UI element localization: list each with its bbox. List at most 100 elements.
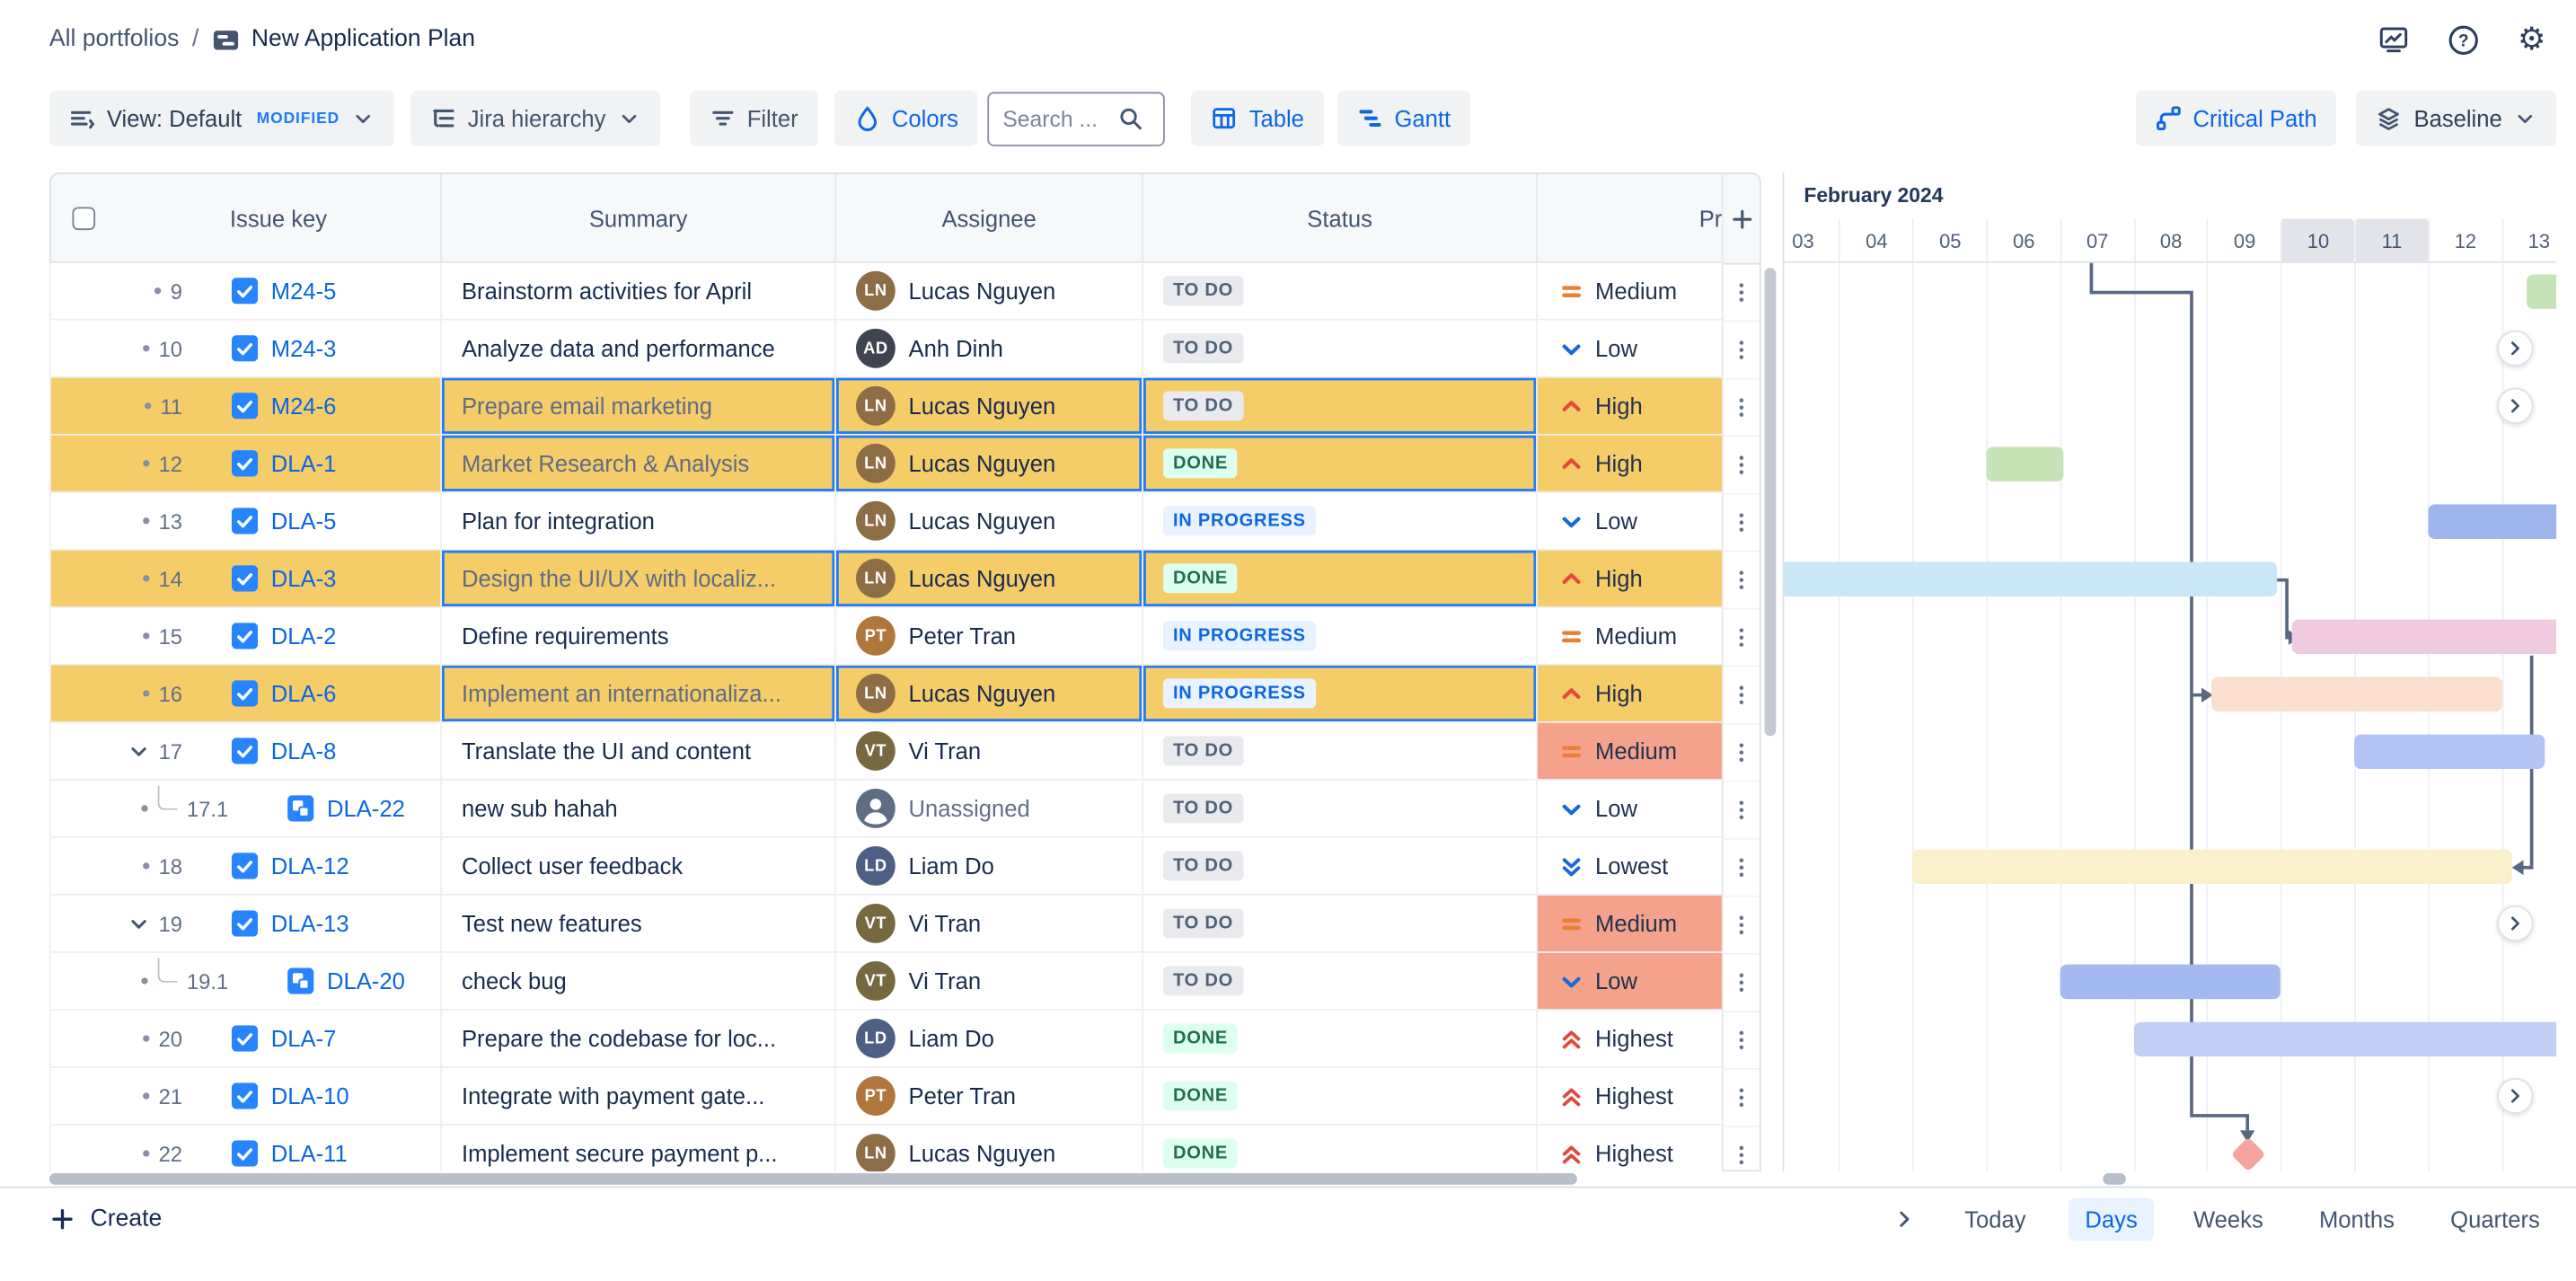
status-cell[interactable]: DONE (1143, 1126, 1538, 1171)
status-cell[interactable]: TO DO (1143, 781, 1538, 836)
zoom-option-months[interactable]: Months (2303, 1197, 2412, 1240)
status-cell[interactable]: DONE (1143, 551, 1538, 606)
table-row[interactable]: 17DLA-8Translate the UI and contentVTVi … (51, 723, 1722, 781)
gantt-bar[interactable] (2354, 735, 2545, 769)
priority-cell[interactable]: Highest (1538, 1068, 1722, 1124)
baseline-button[interactable]: Baseline (2356, 91, 2556, 146)
priority-cell[interactable]: Medium (1538, 896, 1722, 951)
row-menu-button[interactable] (1724, 667, 1760, 725)
priority-cell[interactable]: Low (1538, 953, 1722, 1009)
filter-button[interactable]: Filter (690, 91, 818, 146)
priority-cell[interactable]: Medium (1538, 723, 1722, 779)
gantt-bar[interactable] (1912, 850, 2512, 884)
issue-key-link[interactable]: DLA-1 (271, 450, 337, 476)
issue-key-link[interactable]: DLA-12 (271, 853, 349, 879)
status-cell[interactable]: TO DO (1143, 321, 1538, 376)
gantt-bar[interactable] (2060, 965, 2280, 999)
today-button[interactable]: Today (1962, 1197, 2030, 1240)
gantt-bar[interactable] (1784, 562, 2277, 596)
help-icon[interactable]: ? (2438, 14, 2487, 64)
view-selector-button[interactable]: View: Default MODIFIED (49, 91, 394, 146)
table-row[interactable]: 14DLA-3Design the UI/UX with localiz...L… (51, 551, 1722, 608)
vertical-scrollbar[interactable] (1764, 268, 1776, 736)
row-menu-button[interactable] (1724, 380, 1760, 437)
table-row[interactable]: 12DLA-1Market Research & AnalysisLNLucas… (51, 436, 1722, 493)
row-menu-button[interactable] (1724, 725, 1760, 782)
critical-path-button[interactable]: Critical Path (2136, 91, 2337, 146)
gantt-milestone[interactable] (2231, 1137, 2266, 1172)
summary-cell[interactable]: new sub hahah (442, 781, 836, 836)
table-row[interactable]: 19.1DLA-20check bugVTVi TranTO DOLow (51, 953, 1722, 1011)
status-cell[interactable]: DONE (1143, 1068, 1538, 1124)
horizontal-scrollbar[interactable] (49, 1173, 1577, 1185)
scroll-to-bar-button[interactable] (2497, 906, 2533, 941)
gantt-bar[interactable] (2210, 677, 2501, 711)
gantt-view-button[interactable]: Gantt (1337, 91, 1470, 146)
assignee-cell[interactable]: LNLucas Nguyen (836, 551, 1143, 606)
column-header-assignee[interactable]: Assignee (836, 174, 1143, 261)
table-row[interactable]: 16DLA-6Implement an internationaliza...L… (51, 666, 1722, 723)
row-menu-button[interactable] (1724, 782, 1760, 840)
row-menu-button[interactable] (1724, 1127, 1760, 1171)
table-row[interactable]: 17.1DLA-22new sub hahahUnassignedTO DOLo… (51, 781, 1722, 838)
hierarchy-selector-button[interactable]: Jira hierarchy (410, 91, 660, 146)
column-header-summary[interactable]: Summary (442, 174, 836, 261)
row-menu-button[interactable] (1724, 495, 1760, 552)
row-menu-button[interactable] (1724, 1012, 1760, 1070)
issue-key-link[interactable]: M24-3 (271, 335, 337, 361)
row-menu-button[interactable] (1724, 1070, 1760, 1127)
assignee-cell[interactable]: ADAnh Dinh (836, 321, 1143, 376)
column-header-issue-key[interactable]: Issue key (117, 174, 442, 261)
priority-cell[interactable]: Low (1538, 493, 1722, 549)
gantt-bar[interactable] (2133, 1022, 2556, 1056)
table-row[interactable]: 9M24-5Brainstorm activities for AprilLNL… (51, 263, 1722, 321)
issue-key-link[interactable]: DLA-2 (271, 623, 337, 649)
assignee-cell[interactable]: VTVi Tran (836, 723, 1143, 779)
priority-cell[interactable]: High (1538, 378, 1722, 434)
issue-key-link[interactable]: DLA-11 (271, 1140, 348, 1166)
issue-key-link[interactable]: DLA-13 (271, 910, 349, 936)
table-row[interactable]: 21DLA-10Integrate with payment gate...PT… (51, 1068, 1722, 1126)
summary-cell[interactable]: Define requirements (442, 608, 836, 664)
scroll-to-bar-button[interactable] (2497, 331, 2533, 367)
status-cell[interactable]: DONE (1143, 1011, 1538, 1066)
row-menu-button[interactable] (1724, 437, 1760, 495)
summary-cell[interactable]: Prepare email marketing (442, 378, 836, 434)
table-row[interactable]: 10M24-3Analyze data and performanceADAnh… (51, 321, 1722, 378)
summary-cell[interactable]: Test new features (442, 896, 836, 951)
gantt-bar[interactable] (2428, 505, 2556, 539)
priority-cell[interactable]: Low (1538, 781, 1722, 836)
status-cell[interactable]: DONE (1143, 436, 1538, 491)
summary-cell[interactable]: Brainstorm activities for April (442, 263, 836, 319)
summary-cell[interactable]: Design the UI/UX with localiz... (442, 551, 836, 606)
issue-key-link[interactable]: DLA-10 (271, 1082, 349, 1109)
assignee-cell[interactable]: VTVi Tran (836, 953, 1143, 1009)
table-row[interactable]: 15DLA-2Define requirementsPTPeter TranIN… (51, 608, 1722, 666)
issue-key-link[interactable]: DLA-22 (327, 795, 405, 821)
status-cell[interactable]: TO DO (1143, 378, 1538, 434)
create-button[interactable]: Create (49, 1206, 162, 1232)
gantt-bar[interactable] (2527, 274, 2556, 308)
column-header-status[interactable]: Status (1143, 174, 1538, 261)
summary-cell[interactable]: Implement secure payment p... (442, 1126, 836, 1171)
priority-cell[interactable]: High (1538, 551, 1722, 606)
zoom-option-quarters[interactable]: Quarters (2434, 1197, 2556, 1240)
gantt-bar[interactable] (1986, 447, 2063, 481)
gantt-horizontal-scrollbar[interactable] (2103, 1173, 2126, 1185)
row-menu-button[interactable] (1724, 897, 1760, 955)
row-menu-button[interactable] (1724, 264, 1760, 322)
summary-cell[interactable]: Integrate with payment gate... (442, 1068, 836, 1124)
status-cell[interactable]: TO DO (1143, 838, 1538, 894)
assignee-cell[interactable]: Unassigned (836, 781, 1143, 836)
priority-cell[interactable]: Lowest (1538, 838, 1722, 894)
priority-cell[interactable]: High (1538, 436, 1722, 491)
assignee-cell[interactable]: LNLucas Nguyen (836, 1126, 1143, 1171)
issue-key-link[interactable]: DLA-7 (271, 1025, 337, 1051)
status-cell[interactable]: TO DO (1143, 263, 1538, 319)
priority-cell[interactable]: Medium (1538, 608, 1722, 664)
assignee-cell[interactable]: LNLucas Nguyen (836, 493, 1143, 549)
scroll-to-bar-button[interactable] (2497, 388, 2533, 424)
summary-cell[interactable]: check bug (442, 953, 836, 1009)
status-cell[interactable]: IN PROGRESS (1143, 666, 1538, 721)
issue-key-link[interactable]: DLA-20 (327, 967, 405, 994)
